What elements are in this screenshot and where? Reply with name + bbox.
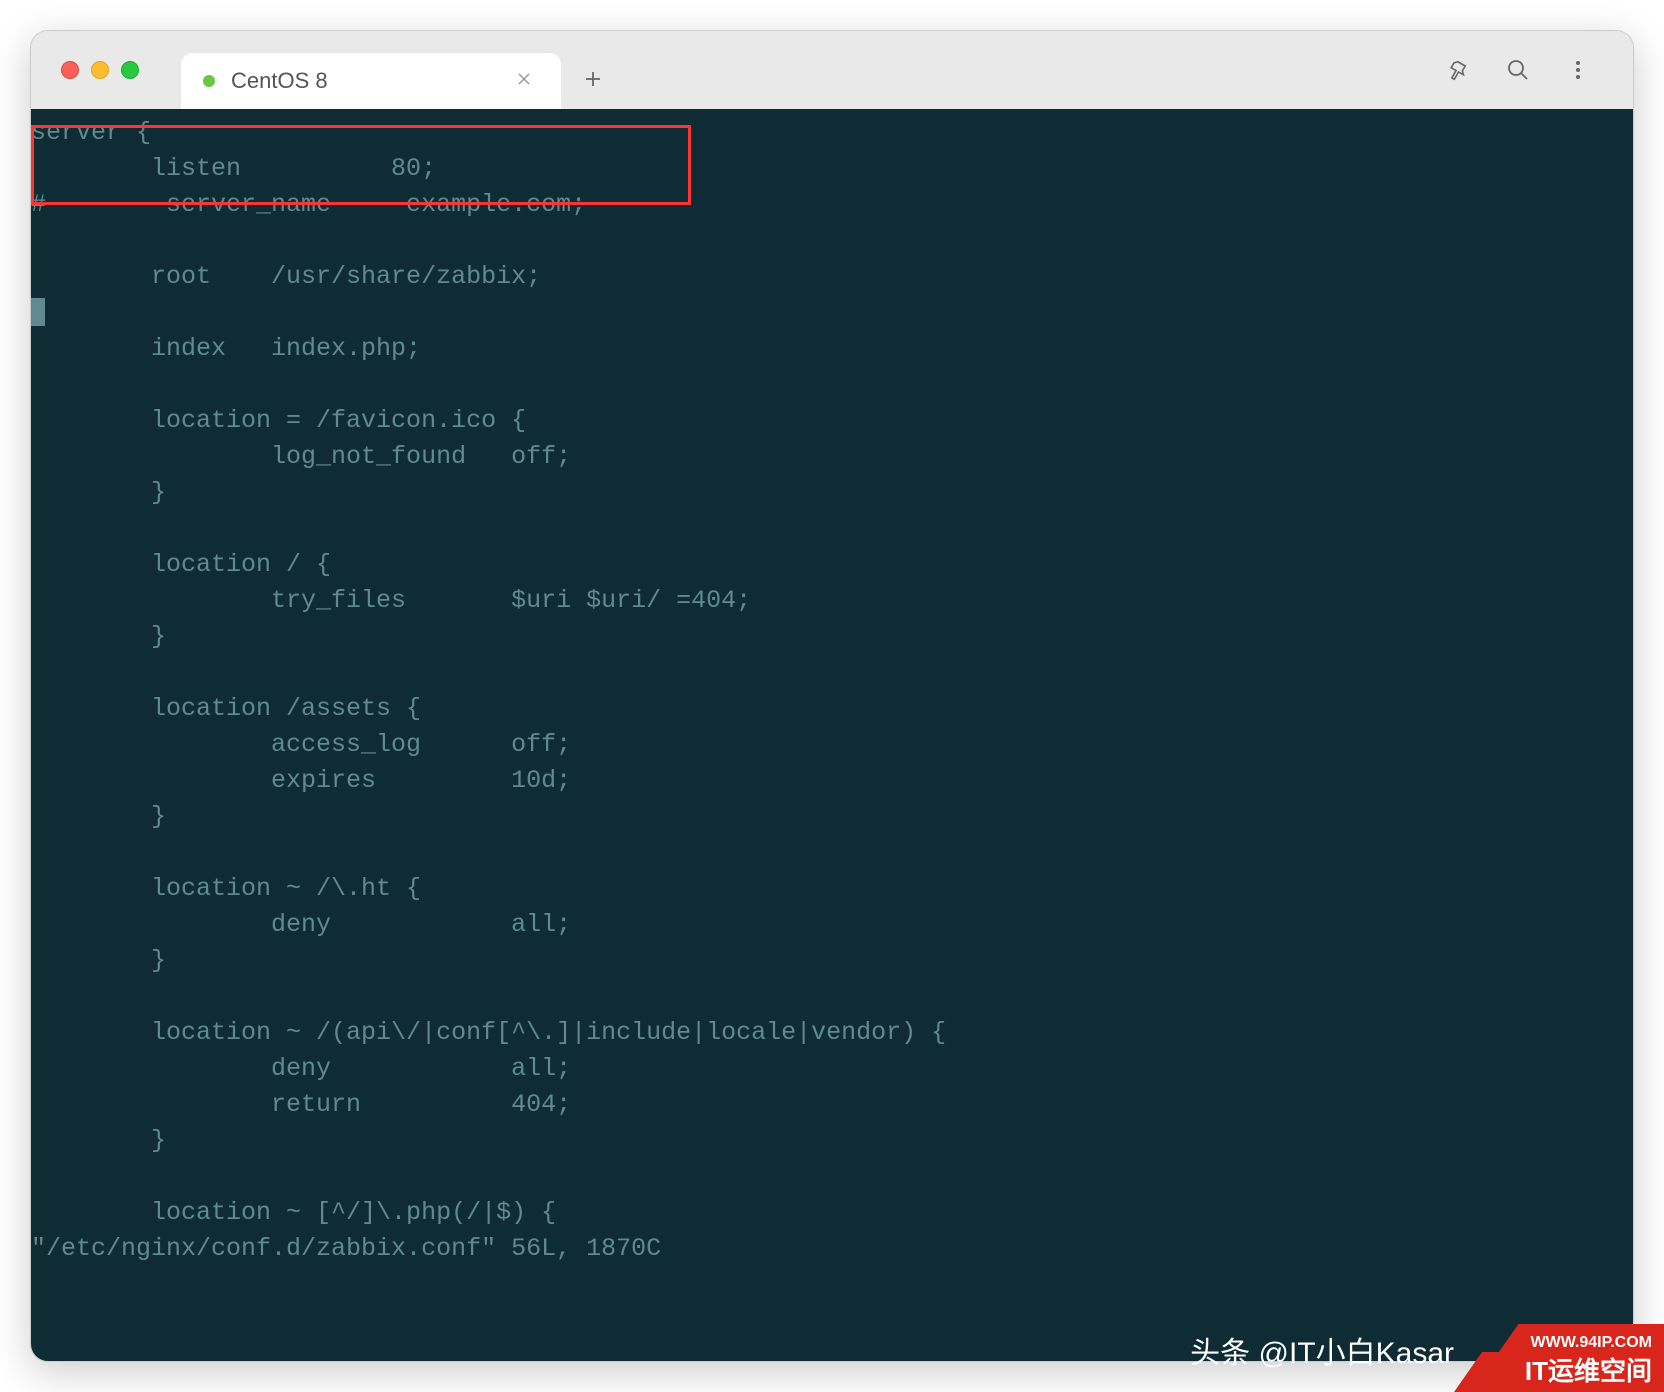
tab-status-dot-icon bbox=[203, 75, 215, 87]
maximize-window-button[interactable] bbox=[121, 61, 139, 79]
terminal-area[interactable]: server { listen 80; # server_name exampl… bbox=[31, 109, 1633, 1361]
watermark-badge: WWW.94IP.COM IT运维空间 bbox=[1454, 1320, 1664, 1392]
more-icon[interactable] bbox=[1565, 57, 1591, 83]
tab-close-button[interactable] bbox=[509, 67, 539, 95]
titlebar: CentOS 8 bbox=[31, 31, 1633, 109]
traffic-lights bbox=[43, 61, 163, 79]
watermark-url: WWW.94IP.COM bbox=[1531, 1334, 1653, 1352]
tab-title: CentOS 8 bbox=[231, 68, 509, 94]
close-window-button[interactable] bbox=[61, 61, 79, 79]
minimize-window-button[interactable] bbox=[91, 61, 109, 79]
tab-active[interactable]: CentOS 8 bbox=[181, 53, 561, 109]
search-icon[interactable] bbox=[1505, 57, 1531, 83]
watermark-site: IT运维空间 bbox=[1525, 1351, 1652, 1388]
terminal-window: CentOS 8 bbox=[30, 30, 1634, 1362]
pin-icon[interactable] bbox=[1445, 57, 1471, 83]
new-tab-button[interactable] bbox=[561, 65, 625, 96]
watermark-author: 头条 @IT小白Kasar bbox=[1190, 1328, 1454, 1372]
titlebar-actions bbox=[1445, 57, 1621, 83]
terminal-content: server { listen 80; # server_name exampl… bbox=[31, 109, 1633, 1267]
